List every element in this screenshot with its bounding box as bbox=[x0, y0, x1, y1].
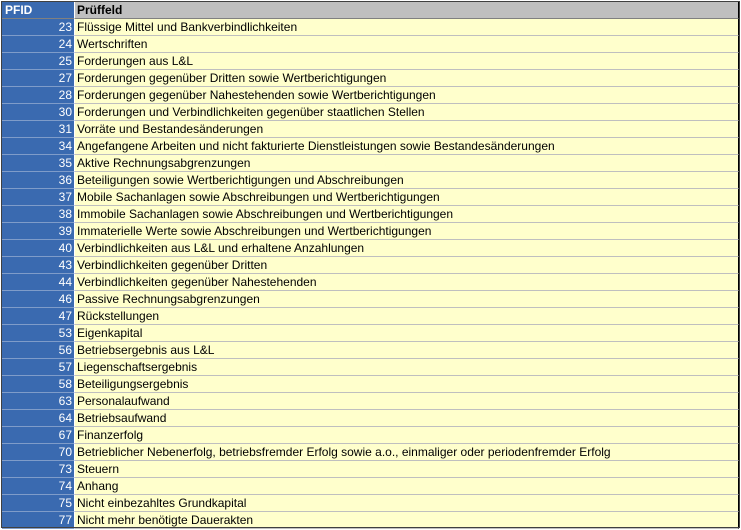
pfid-cell[interactable]: 73 bbox=[2, 461, 75, 478]
prueffeld-cell[interactable]: Beteiligungsergebnis bbox=[75, 376, 739, 393]
table-row: 56 Betriebsergebnis aus L&L bbox=[2, 342, 739, 359]
pfid-cell[interactable]: 47 bbox=[2, 308, 75, 325]
pfid-cell[interactable]: 39 bbox=[2, 223, 75, 240]
table-row: 73 Steuern bbox=[2, 461, 739, 478]
pfid-cell[interactable]: 37 bbox=[2, 189, 75, 206]
table-row: 38 Immobile Sachanlagen sowie Abschreibun… bbox=[2, 206, 739, 223]
table-row: 75 Nicht einbezahltes Grundkapital bbox=[2, 495, 739, 512]
prueffeld-cell[interactable]: Forderungen gegenüber Nahestehenden sowi… bbox=[75, 87, 739, 104]
prueffeld-cell[interactable]: Flüssige Mittel und Bankverbindlichkeite… bbox=[75, 19, 739, 36]
table-row: 23 Flüssige Mittel und Bankverbindlichkei… bbox=[2, 19, 739, 36]
prueffeld-cell[interactable]: Forderungen aus L&L bbox=[75, 53, 739, 70]
table-row: 64 Betriebsaufwand bbox=[2, 410, 739, 427]
table-row: 46 Passive Rechnungsabgrenzungen bbox=[2, 291, 739, 308]
table-row: 58 Beteiligungsergebnis bbox=[2, 376, 739, 393]
pfid-cell[interactable]: 43 bbox=[2, 257, 75, 274]
column-header-pfid[interactable]: PFID bbox=[2, 2, 75, 19]
prueffeld-cell[interactable]: Nicht mehr benötigte Dauerakten bbox=[75, 512, 739, 529]
table-row: 40 Verbindlichkeiten aus L&L und erhalten… bbox=[2, 240, 739, 257]
prueffeld-cell[interactable]: Finanzerfolg bbox=[75, 427, 739, 444]
pfid-cell[interactable]: 35 bbox=[2, 155, 75, 172]
pfid-cell[interactable]: 67 bbox=[2, 427, 75, 444]
prueffeld-cell[interactable]: Verbindlichkeiten gegenüber Dritten bbox=[75, 257, 739, 274]
table-row: 30 Forderungen und Verbindlichkeiten gege… bbox=[2, 104, 739, 121]
prueffeld-cell[interactable]: Aktive Rechnungsabgrenzungen bbox=[75, 155, 739, 172]
pfid-cell[interactable]: 63 bbox=[2, 393, 75, 410]
table-row: 25 Forderungen aus L&L bbox=[2, 53, 739, 70]
table-row: 53 Eigenkapital bbox=[2, 325, 739, 342]
pfid-cell[interactable]: 77 bbox=[2, 512, 75, 529]
prueffeld-cell[interactable]: Eigenkapital bbox=[75, 325, 739, 342]
table-row: 43 Verbindlichkeiten gegenüber Dritten bbox=[2, 257, 739, 274]
table-row: 28 Forderungen gegenüber Nahestehenden so… bbox=[2, 87, 739, 104]
table-row: 57 Liegenschaftsergebnis bbox=[2, 359, 739, 376]
prueffeld-cell[interactable]: Immobile Sachanlagen sowie Abschreibunge… bbox=[75, 206, 739, 223]
prueffeld-cell[interactable]: Betrieblicher Nebenerfolg, betriebsfremd… bbox=[75, 444, 739, 461]
pfid-cell[interactable]: 53 bbox=[2, 325, 75, 342]
table-header: PFID Prüffeld bbox=[2, 2, 739, 19]
pfid-cell[interactable]: 58 bbox=[2, 376, 75, 393]
pfid-cell[interactable]: 40 bbox=[2, 240, 75, 257]
table-row: 44 Verbindlichkeiten gegenüber Nahestehen… bbox=[2, 274, 739, 291]
prueffeld-cell[interactable]: Liegenschaftsergebnis bbox=[75, 359, 739, 376]
pfid-cell[interactable]: 23 bbox=[2, 19, 75, 36]
prueffeld-cell[interactable]: Verbindlichkeiten aus L&L und erhaltene … bbox=[75, 240, 739, 257]
table-row: 74 Anhang bbox=[2, 478, 739, 495]
pfid-cell[interactable]: 44 bbox=[2, 274, 75, 291]
pfid-cell[interactable]: 56 bbox=[2, 342, 75, 359]
table-row: 35 Aktive Rechnungsabgrenzungen bbox=[2, 155, 739, 172]
prueffeld-cell[interactable]: Passive Rechnungsabgrenzungen bbox=[75, 291, 739, 308]
prueffeld-cell[interactable]: Rückstellungen bbox=[75, 308, 739, 325]
table-body: 23 Flüssige Mittel und Bankverbindlichkei… bbox=[2, 19, 739, 529]
table-row: 37 Mobile Sachanlagen sowie Abschreibunge… bbox=[2, 189, 739, 206]
table-row: 27 Forderungen gegenüber Dritten sowie We… bbox=[2, 70, 739, 87]
prueffeld-cell[interactable]: Betriebsergebnis aus L&L bbox=[75, 342, 739, 359]
prueffeld-cell[interactable]: Forderungen und Verbindlichkeiten gegenü… bbox=[75, 104, 739, 121]
prueffeld-cell[interactable]: Betriebsaufwand bbox=[75, 410, 739, 427]
prueffeld-cell[interactable]: Wertschriften bbox=[75, 36, 739, 53]
prueffeld-cell[interactable]: Steuern bbox=[75, 461, 739, 478]
prueffeld-cell[interactable]: Mobile Sachanlagen sowie Abschreibungen … bbox=[75, 189, 739, 206]
prueffeld-cell[interactable]: Angefangene Arbeiten und nicht fakturier… bbox=[75, 138, 739, 155]
table-row: 47 Rückstellungen bbox=[2, 308, 739, 325]
prueffeld-cell[interactable]: Nicht einbezahltes Grundkapital bbox=[75, 495, 739, 512]
table-row: 31 Vorräte und Bestandesänderungen bbox=[2, 121, 739, 138]
pfid-cell[interactable]: 28 bbox=[2, 87, 75, 104]
table-row: 36 Beteiligungen sowie Wertberichtigungen… bbox=[2, 172, 739, 189]
table-row: 70 Betrieblicher Nebenerfolg, betriebsfre… bbox=[2, 444, 739, 461]
prueffeld-cell[interactable]: Immaterielle Werte sowie Abschreibungen … bbox=[75, 223, 739, 240]
pfid-cell[interactable]: 30 bbox=[2, 104, 75, 121]
prueffeld-cell[interactable]: Personalaufwand bbox=[75, 393, 739, 410]
prueffeld-cell[interactable]: Vorräte und Bestandesänderungen bbox=[75, 121, 739, 138]
pfid-cell[interactable]: 75 bbox=[2, 495, 75, 512]
pfid-cell[interactable]: 74 bbox=[2, 478, 75, 495]
prueffeld-cell[interactable]: Verbindlichkeiten gegenüber Nahestehende… bbox=[75, 274, 739, 291]
pruffeld-table: PFID Prüffeld 23 Flüssige Mittel und Bank… bbox=[2, 2, 739, 529]
pfid-cell[interactable]: 27 bbox=[2, 70, 75, 87]
pfid-cell[interactable]: 34 bbox=[2, 138, 75, 155]
table-row: 67 Finanzerfolg bbox=[2, 427, 739, 444]
prueffeld-cell[interactable]: Anhang bbox=[75, 478, 739, 495]
pfid-cell[interactable]: 31 bbox=[2, 121, 75, 138]
pfid-cell[interactable]: 70 bbox=[2, 444, 75, 461]
prueffeld-cell[interactable]: Forderungen gegenüber Dritten sowie Wert… bbox=[75, 70, 739, 87]
pfid-cell[interactable]: 57 bbox=[2, 359, 75, 376]
pfid-cell[interactable]: 36 bbox=[2, 172, 75, 189]
pfid-cell[interactable]: 38 bbox=[2, 206, 75, 223]
column-header-prueffeld[interactable]: Prüffeld bbox=[75, 2, 739, 19]
pfid-cell[interactable]: 46 bbox=[2, 291, 75, 308]
table-row: 24 Wertschriften bbox=[2, 36, 739, 53]
table-row: 77 Nicht mehr benötigte Dauerakten bbox=[2, 512, 739, 529]
table-row: 39 Immaterielle Werte sowie Abschreibunge… bbox=[2, 223, 739, 240]
table-row: 63 Personalaufwand bbox=[2, 393, 739, 410]
pfid-cell[interactable]: 25 bbox=[2, 53, 75, 70]
pfid-cell[interactable]: 24 bbox=[2, 36, 75, 53]
prueffeld-cell[interactable]: Beteiligungen sowie Wertberichtigungen u… bbox=[75, 172, 739, 189]
pfid-cell[interactable]: 64 bbox=[2, 410, 75, 427]
table-row: 34 Angefangene Arbeiten und nicht fakturi… bbox=[2, 138, 739, 155]
